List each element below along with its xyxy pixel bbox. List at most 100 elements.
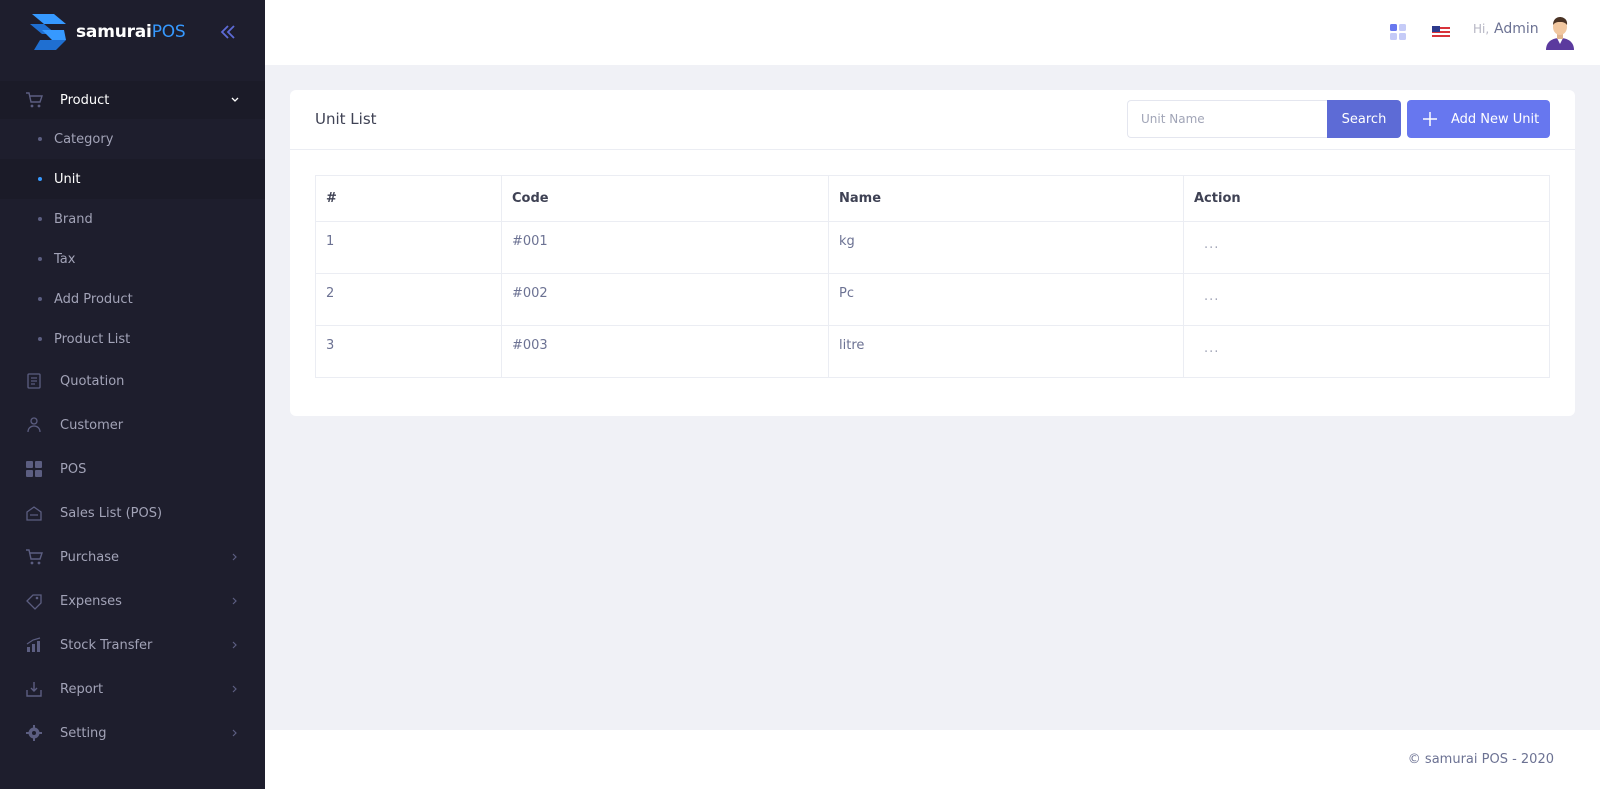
sidebar-item-quotation[interactable]: Quotation [0,359,265,403]
apps-grid-icon[interactable] [1390,24,1406,40]
chevron-right-icon [232,685,237,693]
chart-icon [24,635,44,655]
expenses-icon [24,591,44,611]
page-title: Unit List [315,110,377,128]
sidebar-item-label: Report [60,681,104,697]
sidebar-subitem-label: Tax [54,251,76,267]
bullet-icon [38,257,42,261]
cell-name: Pc [828,273,1184,326]
unit-table: # Code Name Action 1 #001 kg ... 2 #002 … [315,175,1550,378]
user-name[interactable]: Admin [1494,21,1539,37]
samurai-logo-icon [30,14,66,50]
cart-icon [24,547,44,567]
report-icon [24,679,44,699]
column-header-action: Action [1183,175,1550,222]
sidebar-item-label: Sales List (POS) [60,505,163,521]
column-header-name: Name [828,175,1184,222]
customer-icon [24,415,44,435]
sidebar-item-product[interactable]: Product [0,81,265,119]
cell-action: ... [1183,325,1550,378]
sidebar: samuraiPOS Product Category Unit Brand T… [0,0,265,789]
sidebar-subitem-tax[interactable]: Tax [0,239,265,279]
sidebar-item-customer[interactable]: Customer [0,403,265,447]
table-row: 1 #001 kg ... [315,221,1550,274]
cell-name: litre [828,325,1184,378]
grid-icon [24,459,44,479]
table-header-row: # Code Name Action [315,175,1550,222]
add-new-unit-label: Add New Unit [1451,111,1540,127]
column-header-number: # [315,175,502,222]
sidebar-subitem-label: Brand [54,211,93,227]
chevron-right-icon [232,641,237,649]
bullet-icon [38,137,42,141]
copyright-text: © samurai POS - 2020 [1407,752,1554,767]
top-header: Hi, Admin [265,0,1600,65]
unit-table-wrapper: # Code Name Action 1 #001 kg ... 2 #002 … [315,175,1550,378]
greeting-text: Hi, [1473,22,1490,36]
table-row: 2 #002 Pc ... [315,273,1550,326]
footer: © samurai POS - 2020 [265,730,1600,789]
sidebar-subitem-unit[interactable]: Unit [0,159,265,199]
table-row: 3 #003 litre ... [315,325,1550,378]
brand-name-main: samurai [76,22,152,42]
sidebar-item-report[interactable]: Report [0,667,265,711]
avatar[interactable] [1542,14,1578,50]
row-actions-button[interactable]: ... [1204,237,1219,252]
sidebar-item-stock-transfer[interactable]: Stock Transfer [0,623,265,667]
bullet-icon [38,177,42,181]
bullet-icon [38,337,42,341]
sidebar-subitem-label: Add Product [54,291,133,307]
sidebar-item-label: Stock Transfer [60,637,153,653]
sidebar-item-label: Purchase [60,549,120,565]
sidebar-subitem-category[interactable]: Category [0,119,265,159]
sidebar-item-pos[interactable]: POS [0,447,265,491]
sidebar-subitem-label: Category [54,131,114,147]
sidebar-subitem-label: Unit [54,171,81,187]
sidebar-subitem-brand[interactable]: Brand [0,199,265,239]
sidebar-subitem-label: Product List [54,331,131,347]
cell-action: ... [1183,273,1550,326]
quotation-icon [24,371,44,391]
cell-number: 2 [315,273,502,326]
cell-code: #001 [501,221,829,274]
sidebar-item-label: Product [60,92,110,108]
cell-name: kg [828,221,1184,274]
row-actions-button[interactable]: ... [1204,341,1219,356]
chevron-down-icon [231,97,239,102]
product-submenu: Category Unit Brand Tax Add Product Prod… [0,119,265,359]
sidebar-item-label: Customer [60,417,124,433]
cart-icon [24,90,44,110]
chevron-right-icon [232,597,237,605]
cell-code: #002 [501,273,829,326]
row-actions-button[interactable]: ... [1204,289,1219,304]
sidebar-item-label: Quotation [60,373,125,389]
cell-action: ... [1183,221,1550,274]
plus-icon [1423,112,1437,126]
sidebar-subitem-product-list[interactable]: Product List [0,319,265,359]
sidebar-item-sales-list[interactable]: Sales List (POS) [0,491,265,535]
sidebar-subitem-add-product[interactable]: Add Product [0,279,265,319]
unit-name-search-input[interactable] [1127,100,1328,138]
sidebar-item-label: Expenses [60,593,122,609]
card-header: Unit List Search Add New Unit [290,90,1575,150]
chevron-right-icon [232,729,237,737]
us-flag-icon[interactable] [1432,26,1450,39]
sidebar-menu: Product Category Unit Brand Tax Add Prod… [0,81,265,755]
unit-list-card: Unit List Search Add New Unit # Code Nam… [290,90,1575,416]
sidebar-item-label: Setting [60,725,107,741]
brand-name: samuraiPOS [76,22,186,42]
sidebar-item-expenses[interactable]: Expenses [0,579,265,623]
bullet-icon [38,297,42,301]
sales-list-icon [24,503,44,523]
sidebar-item-purchase[interactable]: Purchase [0,535,265,579]
chevron-right-icon [232,553,237,561]
add-new-unit-button[interactable]: Add New Unit [1407,100,1550,138]
brand: samuraiPOS [0,0,265,64]
sidebar-item-setting[interactable]: Setting [0,711,265,755]
search-button[interactable]: Search [1327,100,1401,138]
cell-code: #003 [501,325,829,378]
bullet-icon [38,217,42,221]
cell-number: 3 [315,325,502,378]
collapse-sidebar-icon[interactable] [218,22,238,42]
column-header-code: Code [501,175,829,222]
